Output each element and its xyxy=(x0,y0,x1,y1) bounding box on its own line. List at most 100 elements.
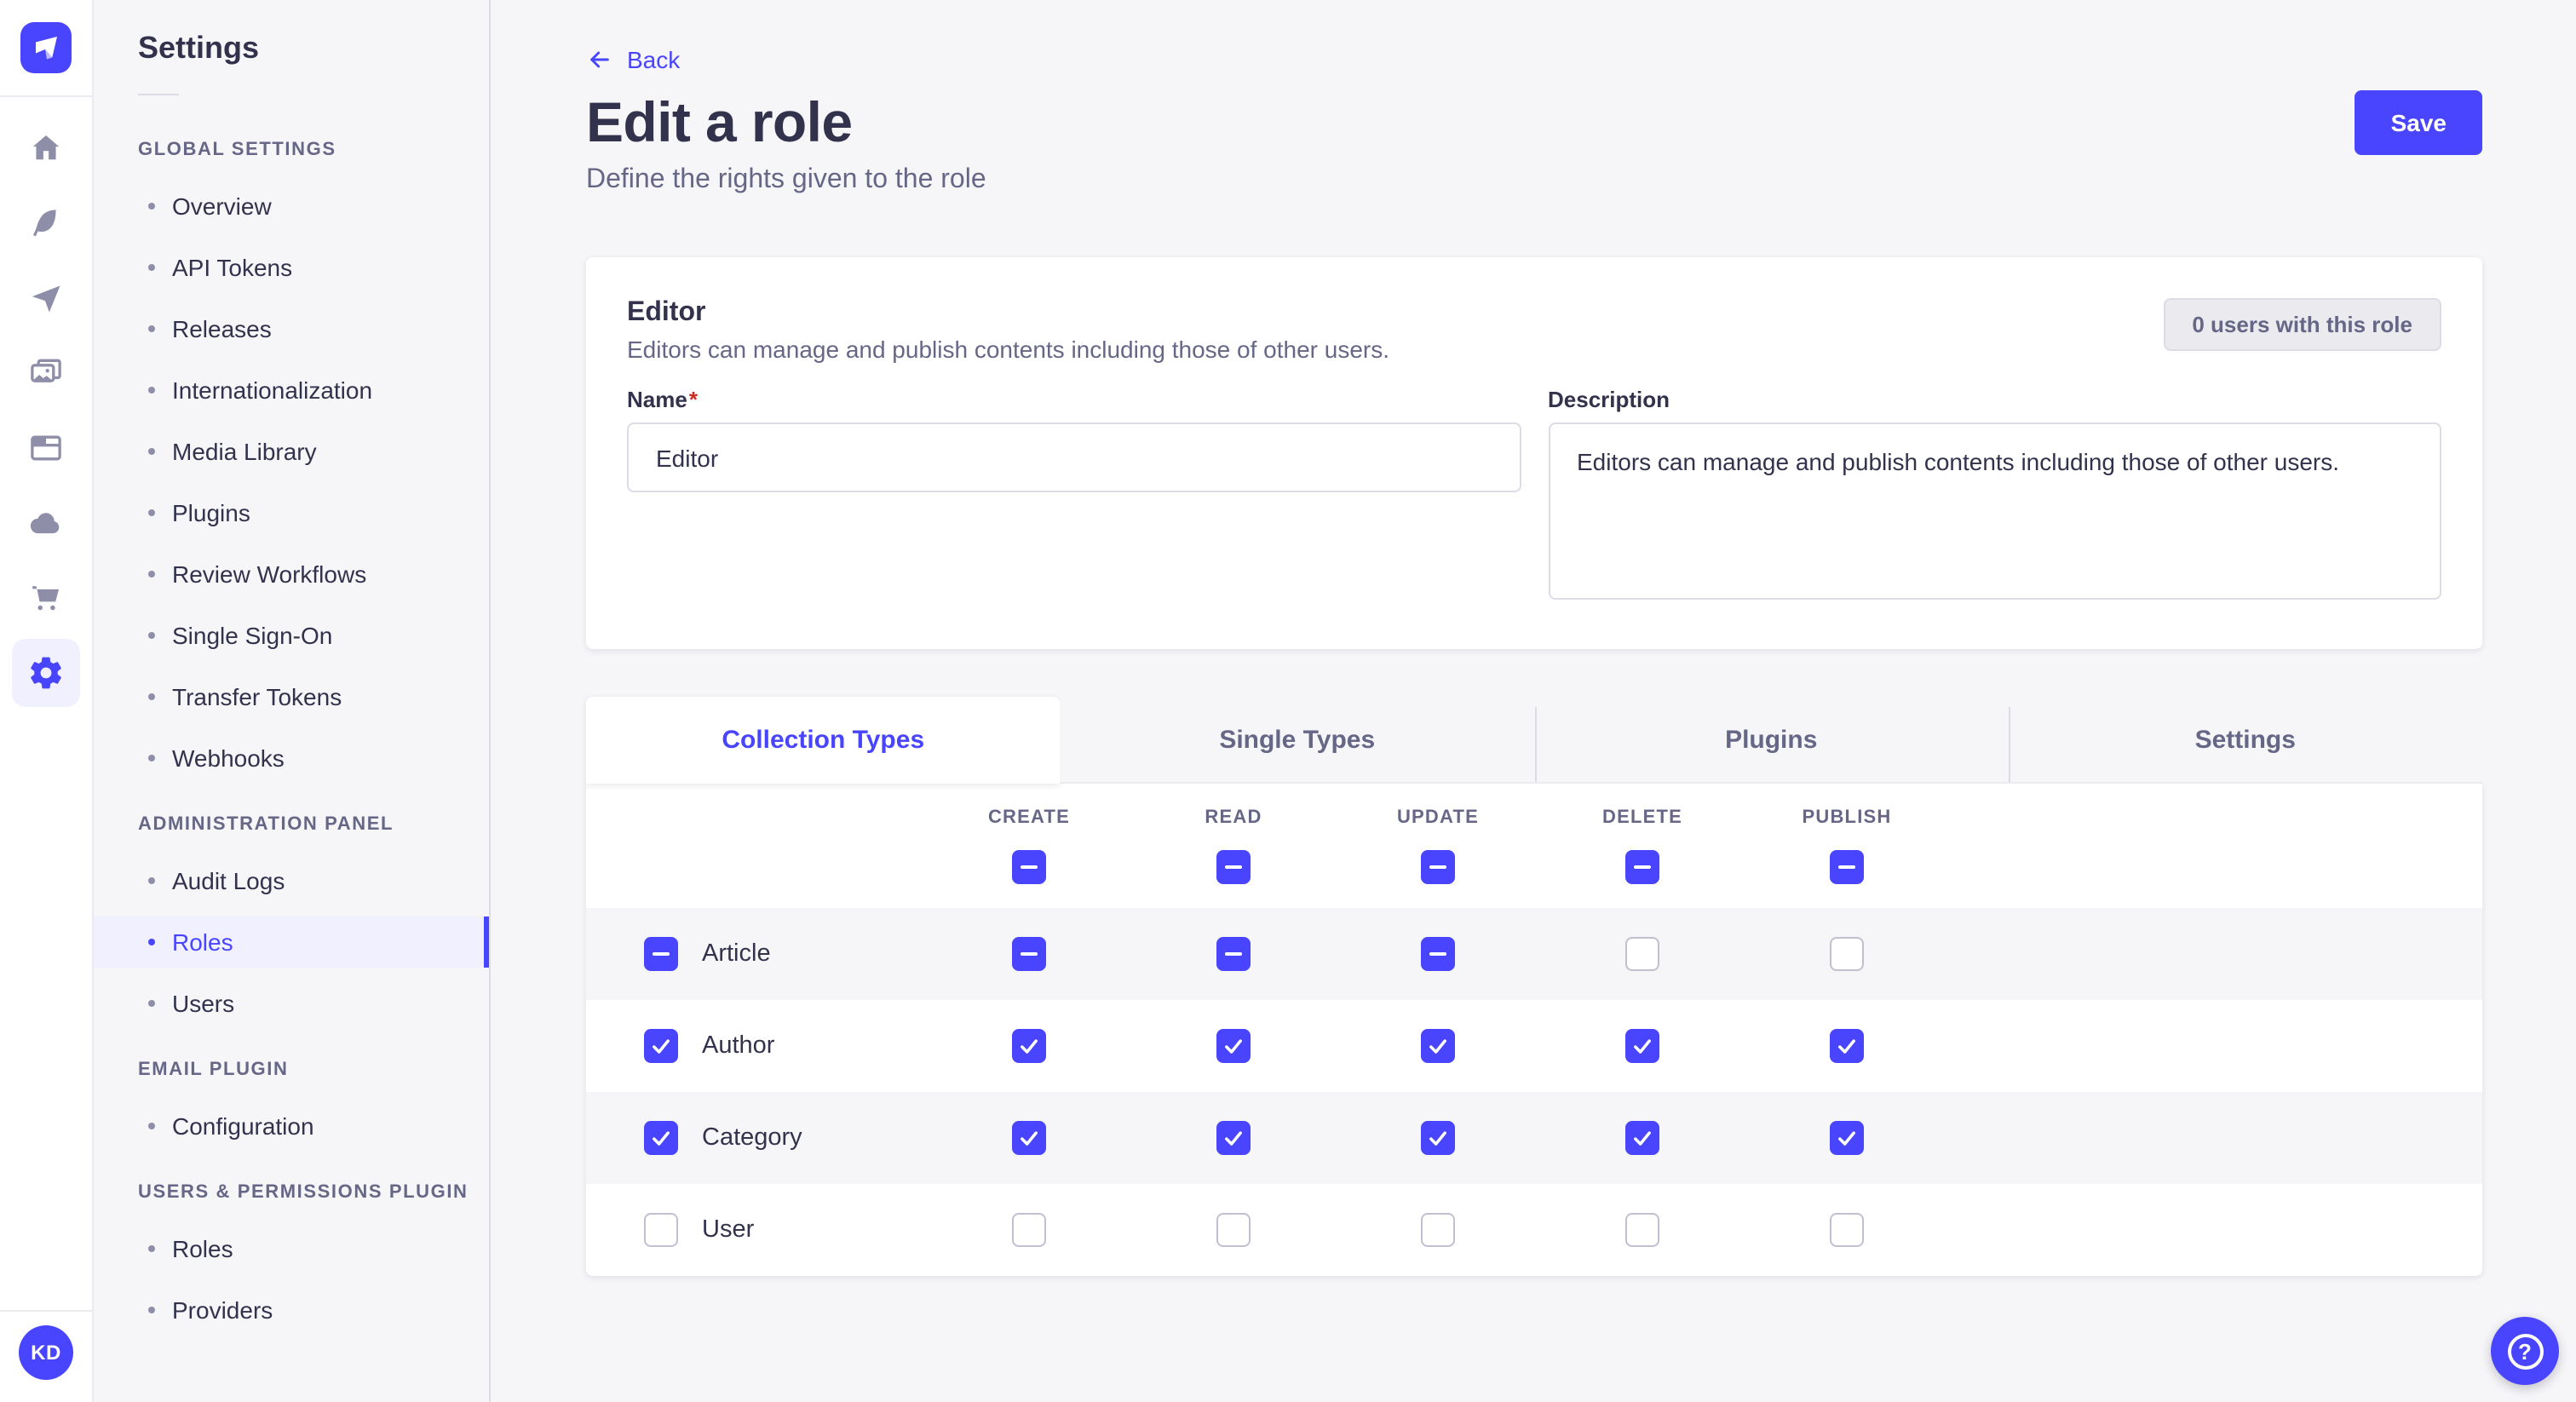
save-button[interactable]: Save xyxy=(2355,90,2482,155)
sidebar-item-overview[interactable]: Overview xyxy=(94,181,489,232)
user-publish-checkbox[interactable] xyxy=(1830,1213,1864,1247)
select-all-read-checkbox[interactable] xyxy=(1216,850,1251,884)
sidebar-item-roles[interactable]: Roles xyxy=(94,916,489,968)
user-delete-checkbox[interactable] xyxy=(1625,1213,1659,1247)
user-avatar[interactable]: KD xyxy=(19,1325,73,1380)
sidebar-item-label: Webhooks xyxy=(172,744,285,772)
sidebar-item-single-sign-on[interactable]: Single Sign-On xyxy=(94,610,489,661)
bullet-icon xyxy=(148,939,155,945)
table-row-article: Article xyxy=(586,908,2482,1000)
sidebar-item-providers[interactable]: Providers xyxy=(94,1284,489,1336)
bullet-icon xyxy=(148,755,155,761)
table-row-category: Category xyxy=(586,1092,2482,1184)
role-name-heading: Editor xyxy=(627,298,1389,329)
subnav-section-administration-panel: ADMINISTRATION PANEL Audit Logs Roles Users xyxy=(94,814,489,1029)
rail-item-gear[interactable] xyxy=(12,639,80,707)
indeterminate-dash-icon xyxy=(1429,952,1446,956)
article-update-checkbox[interactable] xyxy=(1421,937,1455,971)
tab-plugins[interactable]: Plugins xyxy=(1534,697,2009,784)
category-create-checkbox[interactable] xyxy=(1012,1121,1046,1155)
article-publish-checkbox[interactable] xyxy=(1830,937,1864,971)
sidebar-item-label: Review Workflows xyxy=(172,560,366,588)
category-read-checkbox[interactable] xyxy=(1216,1121,1251,1155)
sidebar-item-api-tokens[interactable]: API Tokens xyxy=(94,242,489,293)
subnav-section-label: ADMINISTRATION PANEL xyxy=(94,814,489,835)
sidebar-item-transfer-tokens[interactable]: Transfer Tokens xyxy=(94,671,489,722)
select-all-update-checkbox[interactable] xyxy=(1421,850,1455,884)
sidebar-item-label: Configuration xyxy=(172,1112,314,1140)
subnav-title-rule xyxy=(138,94,179,95)
bullet-icon xyxy=(148,509,155,516)
column-headers-row: CREATEREADUPDATEDELETEPUBLISH xyxy=(586,807,2482,828)
select-all-publish-checkbox[interactable] xyxy=(1830,850,1864,884)
category-delete-checkbox[interactable] xyxy=(1625,1121,1659,1155)
permissions-card: Collection Types Single Types PluginsSetti… xyxy=(586,697,2482,1276)
tab-label: Collection Types xyxy=(722,726,924,755)
page-title: Edit a role xyxy=(586,90,853,155)
category-row-checkbox[interactable] xyxy=(644,1121,678,1155)
sidebar-item-releases[interactable]: Releases xyxy=(94,303,489,354)
tab-settings[interactable]: Settings xyxy=(2009,697,2483,784)
rail-icons xyxy=(0,97,92,714)
permissions-table-head: CREATEREADUPDATEDELETEPUBLISH xyxy=(586,784,2482,908)
rail-item-paper-plane[interactable] xyxy=(12,264,80,332)
sidebar-item-audit-logs[interactable]: Audit Logs xyxy=(94,855,489,906)
author-read-checkbox[interactable] xyxy=(1216,1029,1251,1063)
sidebar-item-configuration[interactable]: Configuration xyxy=(94,1100,489,1152)
users-with-role-badge: 0 users with this role xyxy=(2163,298,2441,351)
rail-item-cloud[interactable] xyxy=(12,489,80,557)
sidebar-item-users[interactable]: Users xyxy=(94,978,489,1029)
rail-bottom: KD xyxy=(0,1310,92,1402)
permissions-tabs: Collection Types Single Types PluginsSetti… xyxy=(586,697,2482,784)
back-link[interactable]: Back xyxy=(586,46,680,73)
strapi-logo-icon xyxy=(20,22,72,73)
rail-item-feather[interactable] xyxy=(12,189,80,257)
rail-bottom-divider xyxy=(0,1310,92,1312)
author-publish-checkbox[interactable] xyxy=(1830,1029,1864,1063)
permissions-table: CREATEREADUPDATEDELETEPUBLISH ArticleAut… xyxy=(586,784,2482,1276)
help-button[interactable]: ? xyxy=(2491,1317,2559,1385)
article-row-checkbox[interactable] xyxy=(644,937,678,971)
settings-subnav: Settings GLOBAL SETTINGSOverviewAPI Toke… xyxy=(94,0,491,1402)
sidebar-item-media-library[interactable]: Media Library xyxy=(94,426,489,477)
role-card-heading: Editor Editors can manage and publish co… xyxy=(627,298,1389,363)
select-all-create-checkbox[interactable] xyxy=(1012,850,1046,884)
row-label: User xyxy=(702,1216,754,1244)
tab-collection-types[interactable]: Collection Types xyxy=(586,697,1061,784)
cloud-icon xyxy=(27,504,65,542)
sidebar-item-review-workflows[interactable]: Review Workflows xyxy=(94,549,489,600)
author-delete-checkbox[interactable] xyxy=(1625,1029,1659,1063)
author-row-checkbox[interactable] xyxy=(644,1029,678,1063)
rail-item-layout[interactable] xyxy=(12,414,80,482)
select-all-row xyxy=(586,850,2482,884)
role-card-top: Editor Editors can manage and publish co… xyxy=(627,298,2441,363)
select-all-delete-checkbox[interactable] xyxy=(1625,850,1659,884)
user-read-checkbox[interactable] xyxy=(1216,1213,1251,1247)
sidebar-item-roles[interactable]: Roles xyxy=(94,1223,489,1274)
name-input[interactable] xyxy=(627,422,1521,492)
strapi-logo[interactable] xyxy=(20,22,72,73)
category-publish-checkbox[interactable] xyxy=(1830,1121,1864,1155)
permissions-rows: ArticleAuthorCategoryUser xyxy=(586,908,2482,1276)
sidebar-item-webhooks[interactable]: Webhooks xyxy=(94,733,489,784)
author-create-checkbox[interactable] xyxy=(1012,1029,1046,1063)
user-row-checkbox[interactable] xyxy=(644,1213,678,1247)
author-update-checkbox[interactable] xyxy=(1421,1029,1455,1063)
user-create-checkbox[interactable] xyxy=(1012,1213,1046,1247)
sidebar-item-internationalization[interactable]: Internationalization xyxy=(94,365,489,416)
tab-label: Single Types xyxy=(1219,725,1375,754)
tab-single-types[interactable]: Single Types xyxy=(1061,697,1535,784)
category-update-checkbox[interactable] xyxy=(1421,1121,1455,1155)
page-subtitle: Define the rights given to the role xyxy=(586,165,2482,196)
user-update-checkbox[interactable] xyxy=(1421,1213,1455,1247)
rail-item-cart[interactable] xyxy=(12,564,80,632)
sidebar-item-label: Single Sign-On xyxy=(172,622,332,649)
rail-item-media-library[interactable] xyxy=(12,339,80,407)
sidebar-item-plugins[interactable]: Plugins xyxy=(94,487,489,538)
article-delete-checkbox[interactable] xyxy=(1625,937,1659,971)
article-read-checkbox[interactable] xyxy=(1216,937,1251,971)
description-field-group: Description Editors can manage and publi… xyxy=(1548,387,2441,608)
description-textarea[interactable]: Editors can manage and publish contents … xyxy=(1548,422,2441,600)
article-create-checkbox[interactable] xyxy=(1012,937,1046,971)
rail-item-home[interactable] xyxy=(12,114,80,182)
